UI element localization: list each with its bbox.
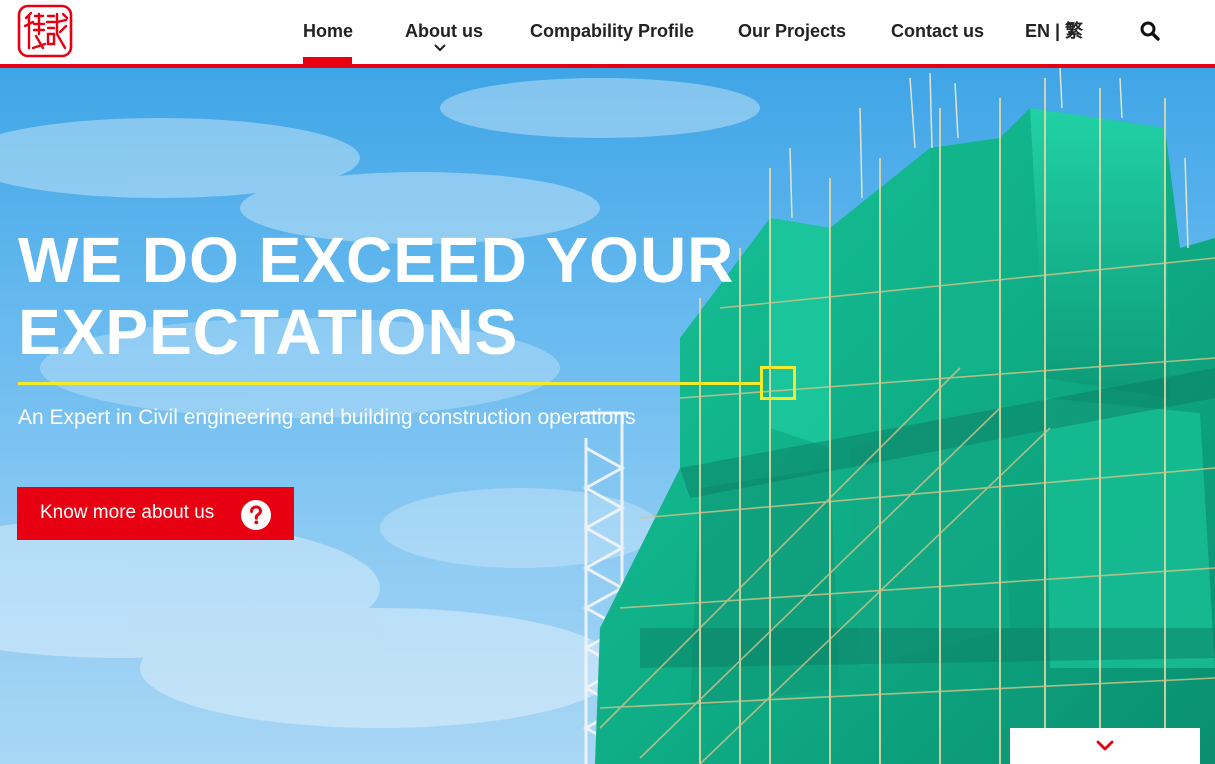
hero-heading: WE DO EXCEED YOUR EXPECTATIONS (18, 224, 738, 368)
nav-our-projects[interactable]: Our Projects (738, 18, 846, 46)
nav-home[interactable]: Home (303, 18, 353, 46)
header-divider (0, 64, 1215, 68)
nav-about-us[interactable]: About us (405, 18, 483, 46)
nav-compability-profile[interactable]: Compability Profile (530, 18, 694, 46)
site-header: Home About us Compability Profile Our Pr… (0, 0, 1215, 64)
language-switcher[interactable]: EN | 繁 (1025, 18, 1083, 46)
hero-heading-line-1: WE DO EXCEED YOUR (18, 224, 735, 296)
know-more-label: Know more about us (40, 502, 215, 523)
hero-heading-line-2: EXPECTATIONS (18, 296, 519, 368)
seal-logo-graphic (17, 4, 73, 58)
hero-accent-box (760, 366, 796, 400)
chevron-down-icon (1096, 740, 1114, 751)
active-nav-indicator (303, 57, 352, 65)
company-seal-logo[interactable] (17, 4, 73, 58)
hero-subtitle: An Expert in Civil engineering and build… (18, 406, 636, 429)
search-icon[interactable] (1140, 21, 1160, 41)
scroll-down-tab[interactable] (1010, 728, 1200, 764)
hero-accent-line (18, 382, 762, 385)
chevron-down-icon[interactable] (434, 44, 446, 52)
question-circle-icon (241, 500, 271, 530)
hero-banner: WE DO EXCEED YOUR EXPECTATIONS An Expert… (0, 68, 1215, 764)
nav-contact-us[interactable]: Contact us (891, 18, 984, 46)
know-more-button[interactable]: Know more about us (17, 487, 294, 540)
